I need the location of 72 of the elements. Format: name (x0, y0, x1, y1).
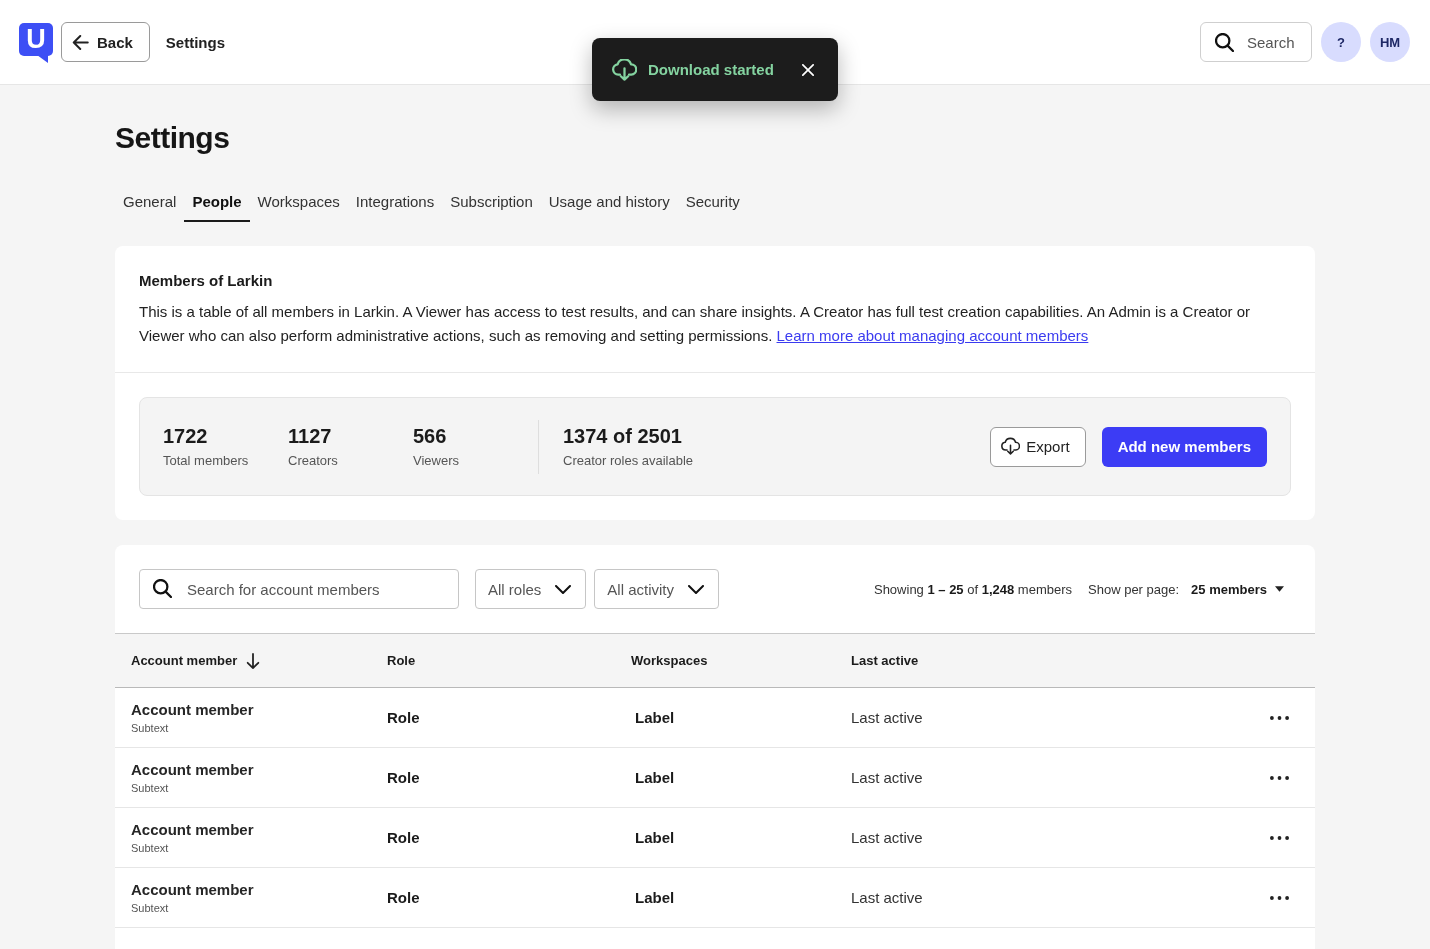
learn-more-link[interactable]: Learn more about managing account members (776, 327, 1089, 344)
role-text: Role (387, 889, 420, 906)
member-name: Account member (131, 760, 254, 780)
member-name: Account member (131, 820, 254, 840)
stat-label: Creators (288, 451, 339, 470)
role-text: Role (387, 709, 420, 726)
workspace-label: Label (635, 709, 675, 726)
column-header[interactable]: Role (387, 653, 416, 668)
caret-down-icon (1275, 586, 1284, 592)
role-filter-dropdown[interactable]: All roles (475, 569, 587, 609)
stat-value: 1374 of 2501 (563, 423, 683, 448)
close-icon (802, 63, 814, 76)
stat-label: Total members (163, 451, 250, 470)
stat-value: 566 (413, 423, 448, 448)
workspace-label: Label (635, 889, 675, 906)
add-members-button[interactable]: Add new members (1101, 426, 1267, 467)
search-icon (153, 579, 172, 598)
cloud-download-icon (1001, 437, 1021, 456)
stat-value: 1127 (288, 423, 333, 448)
arrow-down-icon (246, 652, 261, 669)
tab[interactable]: Integrations (347, 187, 443, 222)
member-subtext: Subtext (131, 781, 169, 795)
page-title: Settings (115, 120, 231, 156)
member-search-field[interactable]: Search for account members (139, 569, 459, 609)
role-text: Role (387, 829, 420, 846)
activity-filter-dropdown[interactable]: All activity (594, 569, 720, 609)
member-subtext: Subtext (131, 721, 169, 735)
tab[interactable]: Workspaces (249, 187, 348, 222)
pagination-summary: Showing 1 – 25 of 1,248 members (873, 581, 1073, 597)
stat-value: 1722 (163, 423, 209, 448)
role-text: Role (387, 769, 420, 786)
last-active-text: Last active (851, 889, 923, 906)
per-page-dropdown[interactable]: 25 members (1189, 581, 1291, 597)
more-icon (1270, 835, 1289, 840)
search-icon (1215, 32, 1234, 52)
workspace-label: Label (635, 769, 675, 786)
chevron-down-icon (688, 584, 705, 594)
per-page-label: Show per page: (1088, 581, 1180, 597)
tab[interactable]: Usage and history (540, 187, 678, 222)
section-title: Members of Larkin (139, 271, 274, 291)
stat-label: Viewers (413, 451, 460, 470)
export-button[interactable]: Export (990, 426, 1086, 467)
member-subtext: Subtext (131, 841, 169, 855)
tab[interactable]: General (115, 187, 185, 222)
column-header[interactable]: Account member (131, 652, 261, 669)
last-active-text: Last active (851, 709, 923, 726)
column-header[interactable]: Workspaces (631, 653, 708, 668)
column-header[interactable]: Last active (851, 653, 919, 668)
chevron-down-icon (555, 584, 572, 594)
member-name: Account member (131, 700, 254, 720)
stat-label: Creator roles available (563, 451, 694, 470)
arrow-left-icon (72, 34, 89, 50)
last-active-text: Last active (851, 769, 923, 786)
description-text: This is a table of all members in Larkin. A Viewer has access to test results, and can share insights. A Creator has full test creation capabilities. An Admin is a Creator or Viewer who can also perform administrative actions, such as removing and setting permissions. Learn more about managing account members (139, 302, 1252, 346)
tab[interactable]: Subscription (442, 187, 541, 222)
member-subtext: Subtext (131, 901, 169, 915)
tab[interactable]: Security (677, 187, 748, 222)
header-title: Settings (165, 33, 226, 51)
workspace-label: Label (635, 829, 675, 846)
more-icon (1270, 715, 1289, 720)
back-button[interactable]: Back (61, 22, 150, 62)
toast-message: Download started (648, 61, 774, 78)
user-avatar[interactable]: HM (1370, 22, 1410, 62)
more-icon (1270, 775, 1289, 780)
member-name: Account member (131, 880, 254, 900)
more-icon (1270, 895, 1289, 900)
cloud-download-icon (612, 58, 637, 81)
close-button[interactable] (802, 63, 814, 76)
last-active-text: Last active (851, 829, 923, 846)
tab[interactable]: People (184, 187, 250, 222)
search-button[interactable]: Search (1200, 22, 1312, 62)
help-button[interactable]: ? (1321, 22, 1361, 62)
